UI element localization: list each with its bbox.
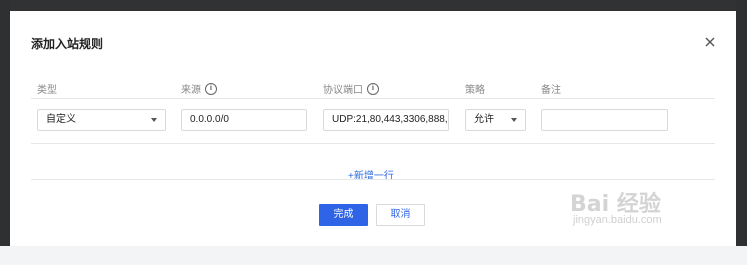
baidu-jingyan-watermark: Bai 经验 jingyan.baidu.com [570,186,662,226]
confirm-button[interactable]: 完成 [319,204,368,226]
column-header-protocol-port-label: 协议端口 [323,85,363,96]
column-header-policy: 策略 [465,81,485,96]
source-input-value: 0.0.0.0/0 [190,114,229,125]
chevron-down-icon [151,118,157,122]
column-header-type-label: 类型 [37,85,57,96]
column-header-source-label: 来源 [181,85,201,96]
protocol-port-input-value: UDP:21,80,443,3306,888,8 [332,114,449,125]
column-header-type: 类型 [37,81,57,96]
info-icon[interactable]: i [367,82,379,95]
protocol-port-input[interactable]: UDP:21,80,443,3306,888,8 [323,109,449,131]
dialog-title: 添加入站规则 [31,37,104,51]
close-icon[interactable] [703,35,717,49]
footer-divider [31,179,715,180]
screenshot: 添加入站规则 类型 来源 i 协议端口 i 策略 备注 自定义 0.0.0.0/… [0,0,747,265]
window-edge-right [736,0,747,265]
column-header-remark: 备注 [541,81,561,96]
column-header-remark-label: 备注 [541,85,561,96]
header-divider [31,98,715,99]
window-edge-top [0,0,747,11]
type-select-value: 自定义 [46,114,76,125]
chevron-down-icon [511,118,517,122]
remark-input[interactable] [541,109,668,131]
window-edge-bottom [0,246,747,265]
row-divider [31,143,715,144]
cancel-button[interactable]: 取消 [376,204,425,226]
watermark-url: jingyan.baidu.com [573,214,662,226]
policy-select-value: 允许 [474,114,494,125]
source-input[interactable]: 0.0.0.0/0 [181,109,307,131]
info-icon[interactable]: i [205,82,217,95]
policy-select[interactable]: 允许 [465,109,526,131]
column-header-protocol-port: 协议端口 i [323,81,379,96]
window-edge-left [0,0,10,265]
column-header-source: 来源 i [181,81,217,96]
type-select[interactable]: 自定义 [37,109,166,131]
column-header-policy-label: 策略 [465,85,485,96]
